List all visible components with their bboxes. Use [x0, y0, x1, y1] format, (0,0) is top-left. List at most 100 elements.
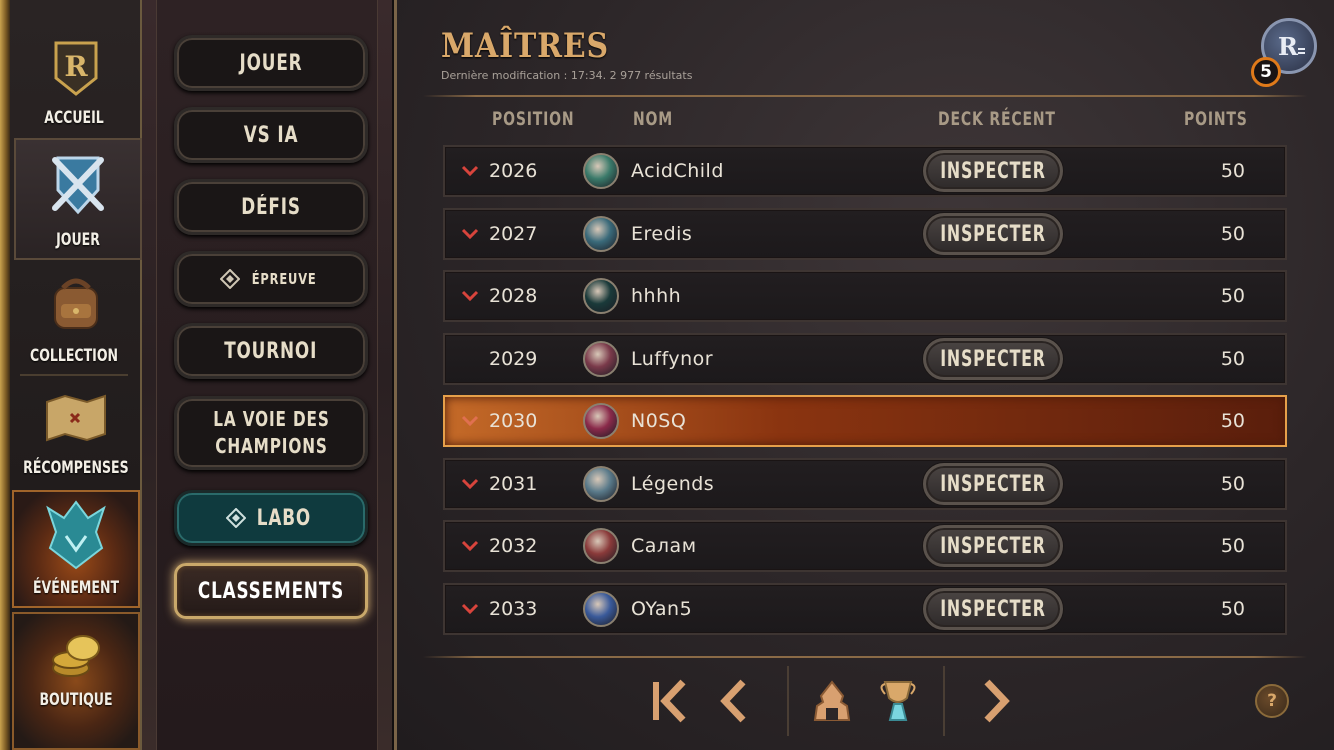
nav-accueil-label: ACCUEIL: [44, 108, 104, 128]
play-submenu: JOUER VS IA DÉFIS ÉPREUVE TOURNOI LA VOI…: [142, 0, 392, 750]
nav-recompenses[interactable]: RÉCOMPENSES: [12, 378, 140, 486]
inspect-deck-label: INSPECTER: [940, 471, 1046, 497]
rank-down-icon: [461, 415, 479, 427]
row-points: 50: [1220, 348, 1245, 370]
labo-button-label: LABO: [256, 505, 312, 531]
inspect-deck-label: INSPECTER: [940, 158, 1046, 184]
nav-collection-label: COLLECTION: [30, 346, 118, 366]
table-row[interactable]: 2033 OYan5 INSPECTER 50: [443, 583, 1287, 635]
nav-boutique[interactable]: BOUTIQUE: [12, 612, 140, 750]
jouer-button[interactable]: JOUER: [174, 35, 368, 91]
vs-ia-button[interactable]: VS IA: [174, 107, 368, 163]
legends-of-runeterra-logo-icon: R: [54, 41, 98, 96]
row-position: 2027: [489, 223, 538, 245]
header-divider: [423, 95, 1307, 97]
leaderboard-panel: MAÎTRES Dernière modification : 17:34. 2…: [394, 0, 1334, 750]
row-points: 50: [1220, 598, 1245, 620]
row-player-name: Салам: [631, 535, 697, 557]
nav-jouer-label: JOUER: [56, 230, 100, 250]
defis-button[interactable]: DÉFIS: [174, 179, 368, 235]
player-avatar-icon: [583, 528, 619, 564]
epreuve-icon: [219, 269, 240, 289]
inspect-deck-label: INSPECTER: [940, 221, 1046, 247]
treasure-map-icon: [46, 394, 106, 442]
row-points: 50: [1220, 535, 1245, 557]
row-player-name: N0SQ: [631, 410, 687, 432]
footer-divider: [423, 656, 1307, 658]
inspect-deck-button[interactable]: INSPECTER: [923, 150, 1063, 192]
row-points: 50: [1220, 285, 1245, 307]
epreuve-button[interactable]: ÉPREUVE: [174, 251, 368, 307]
row-position: 2029: [489, 348, 538, 370]
table-row[interactable]: 2029 Luffynor INSPECTER 50: [443, 333, 1287, 385]
player-avatar-icon: [583, 403, 619, 439]
tournoi-button[interactable]: TOURNOI: [174, 323, 368, 379]
voie-des-champions-button[interactable]: LA VOIE DES CHAMPIONS: [174, 396, 368, 470]
nav-evenement[interactable]: ÉVÉNEMENT: [12, 490, 140, 608]
table-row-current-player[interactable]: 2030 N0SQ 50: [443, 395, 1287, 447]
nav-separator: [943, 666, 945, 736]
table-row[interactable]: 2028 hhhh 50: [443, 270, 1287, 322]
inspect-deck-label: INSPECTER: [940, 596, 1046, 622]
notification-badge: 5: [1251, 57, 1281, 87]
voie-line-1: LA VOIE DES: [212, 407, 330, 431]
nav-evenement-label: ÉVÉNEMENT: [32, 578, 120, 598]
column-header-points: POINTS: [1184, 108, 1248, 130]
region-filter-icon[interactable]: [811, 676, 853, 726]
trophy-icon[interactable]: [877, 676, 919, 726]
player-avatar-icon: [583, 591, 619, 627]
tournoi-button-label: TOURNOI: [224, 338, 318, 364]
inspect-deck-button[interactable]: INSPECTER: [923, 588, 1063, 630]
row-player-name: Légends: [631, 473, 715, 495]
inspect-deck-button[interactable]: INSPECTER: [923, 213, 1063, 255]
rank-down-icon: [461, 228, 479, 240]
main-nav-rail: R ACCUEIL JOUER COLLECTION RÉCOMPENSES É…: [0, 0, 142, 750]
first-page-icon[interactable]: [649, 676, 689, 726]
row-points: 50: [1220, 473, 1245, 495]
nav-recompenses-label: RÉCOMPENSES: [23, 458, 129, 478]
crossed-swords-shield-icon: [52, 156, 104, 215]
table-row[interactable]: 2027 Eredis INSPECTER 50: [443, 208, 1287, 260]
inspect-deck-button[interactable]: INSPECTER: [923, 338, 1063, 380]
inspect-deck-button[interactable]: INSPECTER: [923, 463, 1063, 505]
labo-button[interactable]: LABO: [174, 490, 368, 546]
classements-button-label: CLASSEMENTS: [197, 578, 345, 604]
labo-icon: [226, 508, 247, 528]
nav-accueil[interactable]: R ACCUEIL: [12, 20, 140, 136]
row-player-name: OYan5: [631, 598, 693, 620]
rank-down-icon: [461, 290, 479, 302]
row-position: 2030: [489, 410, 538, 432]
coins-icon: [52, 635, 100, 677]
classements-button[interactable]: CLASSEMENTS: [174, 563, 368, 619]
player-avatar-icon: [583, 341, 619, 377]
last-updated-text: Dernière modification : 17:34. 2 977 rés…: [441, 69, 693, 82]
row-position: 2032: [489, 535, 538, 557]
table-row[interactable]: 2032 Салам INSPECTER 50: [443, 520, 1287, 572]
nav-collection[interactable]: COLLECTION: [12, 262, 140, 374]
help-button[interactable]: ?: [1255, 684, 1289, 718]
backpack-icon: [54, 278, 98, 329]
row-points: 50: [1220, 160, 1245, 182]
row-points: 50: [1220, 223, 1245, 245]
rank-down-icon: [461, 478, 479, 490]
row-player-name: AcidChild: [631, 160, 724, 182]
table-row[interactable]: 2026 AcidChild INSPECTER 50: [443, 145, 1287, 197]
page-title: MAÎTRES: [441, 26, 610, 66]
inspect-deck-button[interactable]: INSPECTER: [923, 525, 1063, 567]
row-player-name: hhhh: [631, 285, 682, 307]
previous-page-icon[interactable]: [715, 676, 751, 726]
vs-ia-button-label: VS IA: [243, 122, 299, 148]
row-position: 2028: [489, 285, 538, 307]
row-player-name: Luffynor: [631, 348, 714, 370]
table-row[interactable]: 2031 Légends INSPECTER 50: [443, 458, 1287, 510]
next-page-icon[interactable]: [979, 676, 1015, 726]
rank-down-icon: [461, 540, 479, 552]
svg-text:R: R: [64, 50, 88, 83]
nav-jouer[interactable]: JOUER: [14, 138, 142, 260]
row-points: 50: [1220, 410, 1245, 432]
svg-text:R: R: [1278, 32, 1299, 61]
inspect-deck-label: INSPECTER: [940, 346, 1046, 372]
nav-boutique-label: BOUTIQUE: [39, 690, 113, 710]
voie-des-champions-label: LA VOIE DES CHAMPIONS: [213, 406, 329, 460]
row-position: 2031: [489, 473, 538, 495]
